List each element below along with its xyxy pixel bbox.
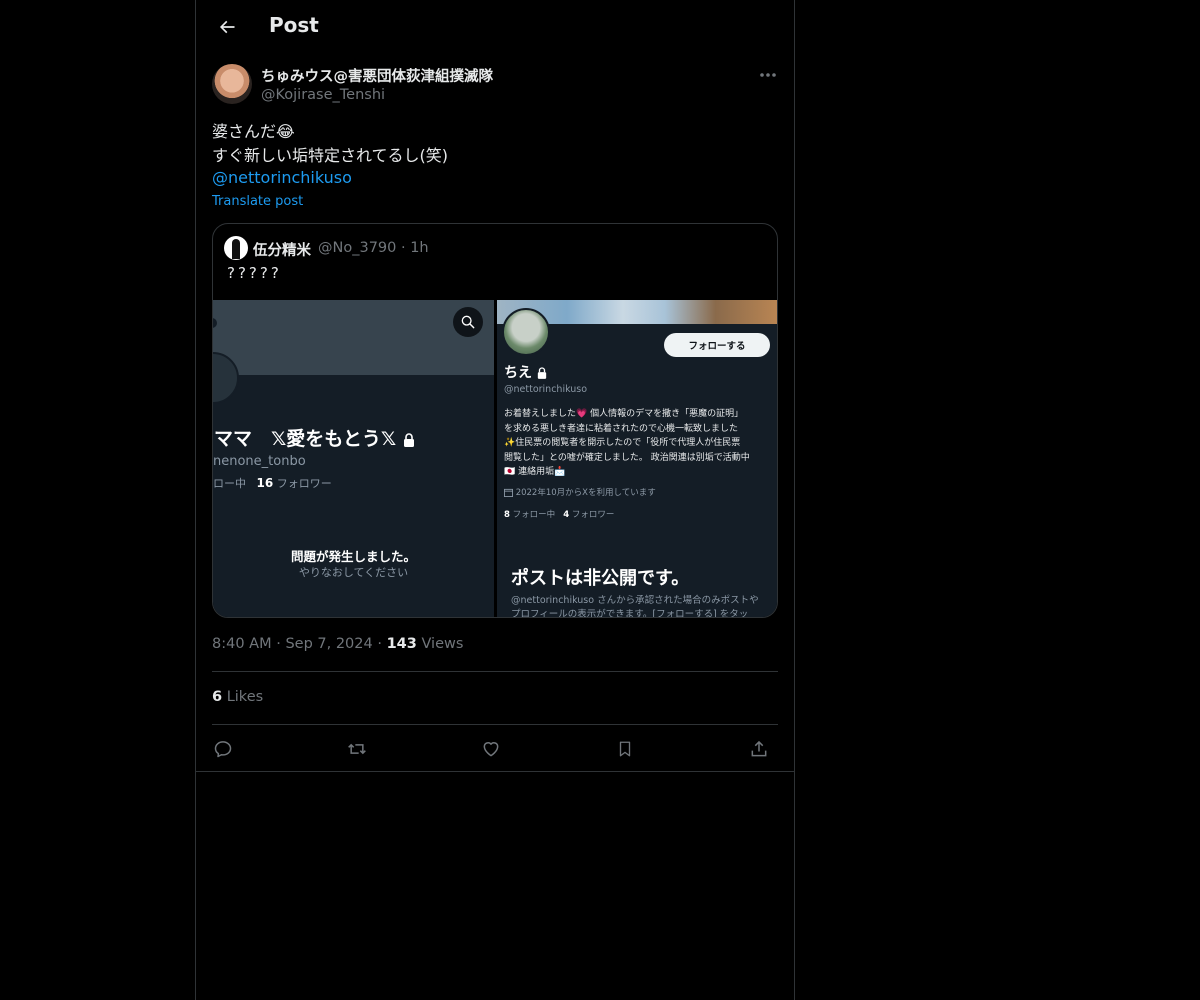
screenshot-profile-name-text: ちえ (504, 365, 532, 381)
joined-date: 2022年10月からXを利用しています (504, 486, 656, 498)
screenshot-follow-counts: 8 フォロー中 4 フォロワー (504, 508, 614, 520)
post-date[interactable]: Sep 7, 2024 (285, 636, 372, 652)
followers-label: フォロワー (571, 510, 615, 520)
likes-count: 6 (212, 689, 223, 705)
screenshot-profile-handle: nenone_tonbo (213, 454, 306, 469)
followers-count: 4 (563, 510, 570, 520)
search-icon (460, 314, 476, 330)
screenshot-profile-bio: お着替えしました💗 個人情報のデマを撒き「悪魔の証明」 を求める悪しき者達に粘着… (504, 407, 772, 480)
followers-count: 16 (256, 476, 274, 490)
divider (196, 771, 794, 772)
likes-stat[interactable]: 6 Likes (212, 689, 263, 705)
post-text: 婆さんだ😂 すぐ新しい垢特定されてるし(笑) (212, 120, 448, 168)
divider (212, 671, 778, 672)
more-options-button[interactable] (756, 66, 780, 84)
translate-post-link[interactable]: Translate post (212, 194, 303, 209)
bio-line: 🇯🇵 連絡用垢📩 (504, 467, 566, 477)
profile-avatar (502, 308, 550, 356)
page-title: Post (269, 13, 319, 37)
divider (212, 724, 778, 725)
following-label: ロー中 (213, 477, 246, 490)
author-handle[interactable]: @Kojirase_Tenshi (261, 87, 385, 103)
bookmark-button[interactable] (612, 736, 638, 762)
views-label: Views (421, 636, 464, 652)
lock-icon (403, 432, 415, 447)
repost-icon (346, 739, 368, 759)
author-avatar[interactable] (212, 64, 252, 104)
bio-line: 閲覧した」との嘘が確定しました。 政治関連は別垢で活動中 (504, 452, 750, 463)
quote-author-avatar (224, 236, 248, 260)
like-icon (481, 739, 501, 759)
profile-banner (213, 300, 494, 375)
quoted-post[interactable]: 伍分精米 @No_3790 · 1h ????? ママ 𝕏愛をもとう𝕏 neno… (212, 223, 778, 618)
bookmark-icon (616, 739, 634, 759)
like-button[interactable] (478, 736, 504, 762)
likes-label: Likes (226, 689, 264, 705)
bio-line: を求める悪しき者達に粘着されたので心機一転致しました (504, 423, 739, 434)
meta-separator: · (400, 240, 411, 256)
private-posts-title: ポストは非公開です。 (511, 568, 690, 589)
quote-text: ????? (227, 264, 282, 282)
arrow-left-icon (217, 17, 237, 37)
share-icon (749, 739, 769, 759)
main-column: Post ちゅみウス@害悪団体荻津組撲滅隊 @Kojirase_Tenshi 婆… (195, 0, 795, 1000)
bio-line: お着替えしました💗 個人情報のデマを撒き「悪魔の証明」 (504, 409, 744, 419)
post-time[interactable]: 8:40 AM (212, 636, 272, 652)
search-button (453, 307, 483, 337)
screenshot-profile-name: ちえ (504, 362, 547, 382)
quote-author-handle: @No_3790 (318, 240, 397, 256)
views-count: 143 (386, 636, 417, 652)
quote-author-meta: @No_3790 · 1h (318, 240, 429, 256)
error-title: 問題が発生しました。 (290, 549, 416, 564)
post-text-line: 婆さんだ😂 (212, 122, 295, 141)
screenshot-profile-name-text: ママ 𝕏愛をもとう𝕏 (214, 428, 397, 450)
joined-text: 2022年10月からXを利用しています (515, 488, 656, 498)
reply-button[interactable] (210, 736, 236, 762)
quote-time: 1h (410, 240, 429, 256)
post-text-line: すぐ新しい垢特定されてるし(笑) (212, 146, 449, 165)
mention-link[interactable]: @nettorinchikuso (212, 168, 352, 187)
error-subtitle: やりなおしてください (298, 566, 409, 579)
screenshot-profile-name: ママ 𝕏愛をもとう𝕏 (214, 424, 415, 451)
action-bar (212, 736, 778, 762)
post-header: Post (196, 0, 794, 53)
quote-author-name: 伍分精米 (253, 243, 311, 259)
quote-image-1[interactable]: ママ 𝕏愛をもとう𝕏 nenone_tonbo ロー中 16 フォロワー 問題が… (213, 300, 494, 617)
private-sub-line: プロフィールの表示ができます。[フォローする] をタッ (511, 609, 749, 617)
quote-image-2[interactable]: フォローする ちえ @nettorinchikuso お着替えしました💗 個人情… (497, 300, 777, 617)
lock-icon (537, 367, 547, 379)
back-button[interactable] (212, 12, 242, 42)
private-sub-line: @nettorinchikuso さんから承認された場合のみポストや (511, 595, 759, 606)
more-icon (759, 72, 777, 78)
repost-button[interactable] (344, 736, 370, 762)
author-name[interactable]: ちゅみウス@害悪団体荻津組撲滅隊 (261, 65, 493, 86)
post-meta: 8:40 AM · Sep 7, 2024 · 143 Views (212, 636, 463, 652)
share-button[interactable] (746, 736, 772, 762)
reply-icon (213, 739, 233, 759)
followers-label: フォロワー (276, 477, 332, 490)
screenshot-follow-button: フォローする (664, 333, 770, 357)
private-posts-subtitle: @nettorinchikuso さんから承認された場合のみポストや プロフィー… (511, 594, 767, 617)
screenshot-profile-handle: @nettorinchikuso (504, 384, 588, 395)
bio-line: ✨住民票の閲覧者を開示したので「役所で代理人が住民票 (504, 438, 741, 448)
meta-separator: · (377, 636, 387, 652)
following-count: 8 (504, 510, 510, 520)
calendar-icon (504, 488, 513, 497)
screenshot-follow-counts: ロー中 16 フォロワー (213, 475, 332, 491)
following-label: フォロー中 (512, 510, 556, 520)
